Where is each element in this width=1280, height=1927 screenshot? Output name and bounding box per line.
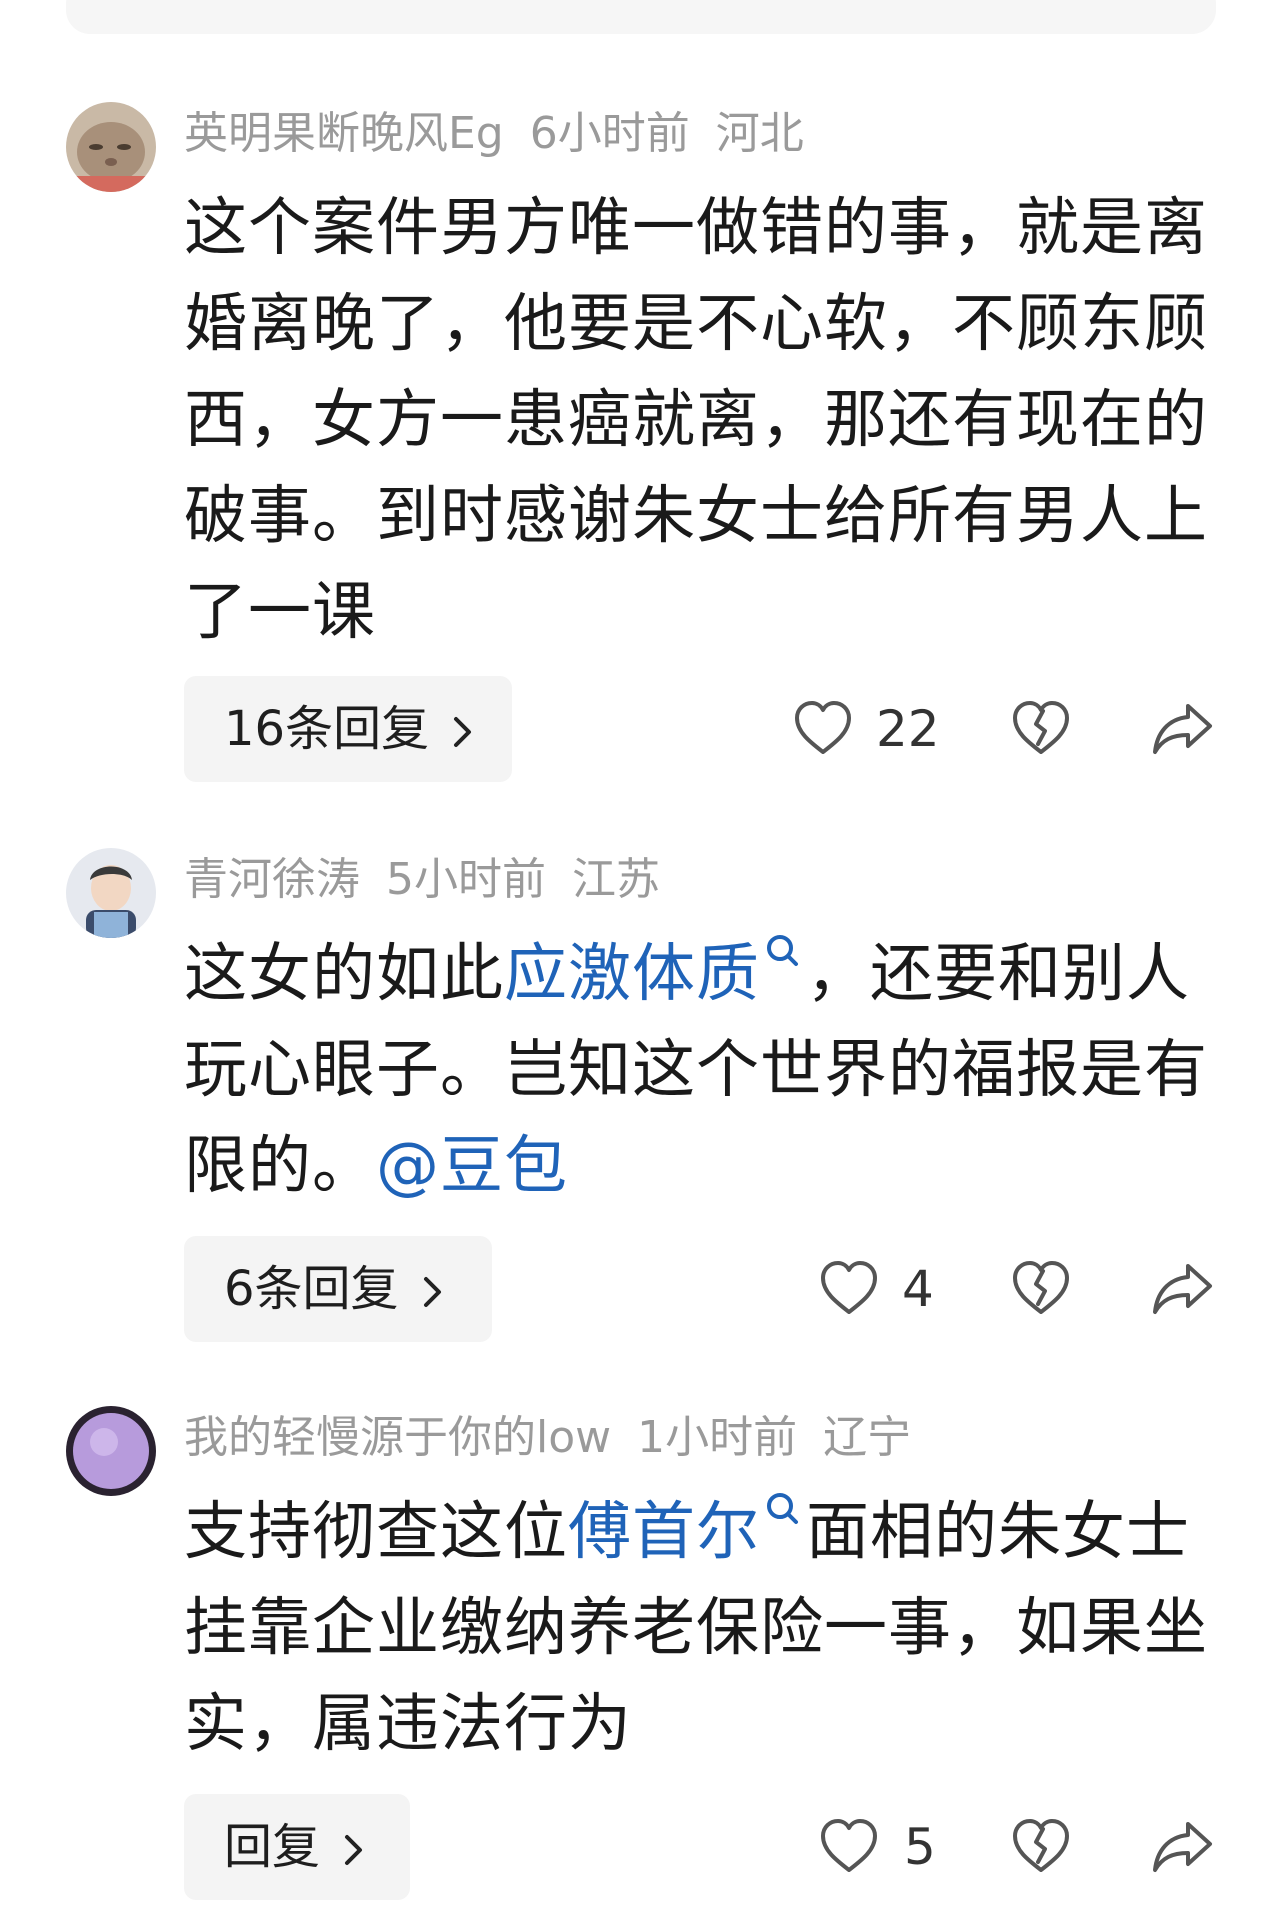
chevron-right-icon xyxy=(454,717,472,747)
avatar[interactable] xyxy=(66,1406,156,1496)
comment-text: 这个案件男方唯一做错的事，就是离婚离晚了，他要是不心软，不顾东顾西，女方一患癌就… xyxy=(184,191,1208,648)
location: 河北 xyxy=(715,108,804,159)
search-icon[interactable] xyxy=(760,926,806,996)
timestamp: 6小时前 xyxy=(529,108,690,159)
avatar[interactable] xyxy=(66,848,156,938)
search-icon[interactable] xyxy=(760,1484,806,1554)
comment-text-before: 支持彻查这位 xyxy=(184,1495,568,1568)
mention-link[interactable]: @豆包 xyxy=(376,1129,568,1202)
like-count: 4 xyxy=(902,1260,934,1318)
broken-heart-icon[interactable] xyxy=(1010,1258,1072,1320)
heart-outline-icon[interactable] xyxy=(818,1258,880,1320)
broken-heart-icon[interactable] xyxy=(1010,698,1072,760)
comment-meta: 青河徐涛 5小时前 江苏 xyxy=(184,852,686,908)
reply-label: 6条回复 xyxy=(224,1261,399,1317)
chevron-right-icon xyxy=(423,1277,441,1307)
comment-meta: 英明果断晚风Eg 6小时前 河北 xyxy=(184,106,830,162)
comment-meta: 我的轻慢源于你的low 1小时前 辽宁 xyxy=(184,1410,937,1466)
location: 江苏 xyxy=(572,854,660,905)
share-arrow-icon[interactable] xyxy=(1150,1818,1216,1876)
heart-outline-icon[interactable] xyxy=(818,1816,880,1878)
view-replies-button[interactable]: 6条回复 xyxy=(184,1236,492,1342)
previous-card-edge xyxy=(66,0,1216,34)
view-replies-button[interactable]: 16条回复 xyxy=(184,676,512,782)
timestamp: 1小时前 xyxy=(637,1412,798,1463)
username[interactable]: 青河徐涛 xyxy=(184,854,360,905)
timestamp: 5小时前 xyxy=(386,854,546,905)
heart-outline-icon[interactable] xyxy=(792,698,854,760)
broken-heart-icon[interactable] xyxy=(1010,1816,1072,1878)
comment-actions: 16条回复 22 xyxy=(0,676,1280,782)
avatar[interactable] xyxy=(66,102,156,192)
comment-actions: 6条回复 4 xyxy=(0,1236,1280,1342)
view-replies-button[interactable]: 回复 xyxy=(184,1794,410,1900)
location: 辽宁 xyxy=(823,1412,912,1463)
comment-text: 这女的如此应激体质 ，还要和别人玩心眼子。岂知这个世界的福报是有限的。@豆包 xyxy=(184,926,1224,1214)
search-keyword-link[interactable]: 傅首尔 xyxy=(568,1495,760,1568)
like-count: 22 xyxy=(876,700,940,758)
reply-label: 回复 xyxy=(224,1819,321,1875)
share-arrow-icon[interactable] xyxy=(1150,700,1216,758)
username[interactable]: 英明果断晚风Eg xyxy=(184,108,504,159)
comment-text: 支持彻查这位傅首尔 面相的朱女士挂靠企业缴纳养老保险一事，如果坐实，属违法行为 xyxy=(184,1484,1224,1772)
comment-text-before: 这女的如此 xyxy=(184,937,504,1010)
username[interactable]: 我的轻慢源于你的low xyxy=(184,1412,611,1463)
reply-label: 16条回复 xyxy=(224,701,430,757)
share-arrow-icon[interactable] xyxy=(1150,1260,1216,1318)
search-keyword-link[interactable]: 应激体质 xyxy=(504,937,760,1010)
comment-actions: 回复 5 xyxy=(0,1794,1280,1900)
like-count: 5 xyxy=(904,1818,936,1876)
chevron-right-icon xyxy=(345,1835,363,1865)
